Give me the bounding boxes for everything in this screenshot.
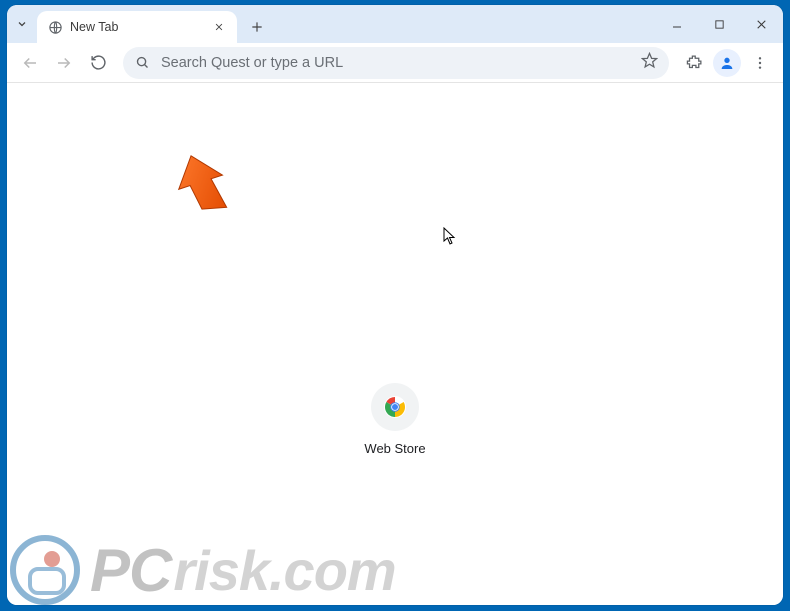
forward-button[interactable] [49, 48, 79, 78]
cursor-icon [443, 227, 457, 245]
annotation-arrow [175, 151, 235, 226]
close-icon [755, 18, 768, 31]
shortcut-web-store[interactable]: Web Store [340, 383, 450, 456]
extensions-button[interactable] [679, 48, 709, 78]
minimize-button[interactable] [659, 9, 695, 39]
person-icon [719, 55, 735, 71]
shortcut-label: Web Store [364, 441, 425, 456]
globe-icon [47, 19, 63, 35]
profile-button[interactable] [713, 49, 741, 77]
arrow-right-icon [55, 54, 73, 72]
back-button[interactable] [15, 48, 45, 78]
star-icon [641, 52, 658, 69]
close-tab-button[interactable] [211, 19, 227, 35]
kebab-menu-icon [752, 55, 768, 71]
maximize-button[interactable] [701, 9, 737, 39]
toolbar-right [679, 48, 775, 78]
arrow-left-icon [21, 54, 39, 72]
tab-title: New Tab [70, 20, 204, 34]
arrow-up-icon [175, 151, 235, 221]
toolbar [7, 43, 783, 83]
window-controls [659, 5, 779, 43]
address-bar[interactable] [123, 47, 669, 79]
new-tab-button[interactable] [243, 13, 271, 41]
plus-icon [250, 20, 264, 34]
reload-button[interactable] [83, 48, 113, 78]
titlebar: New Tab [7, 5, 783, 43]
web-store-icon [383, 395, 407, 419]
browser-window: New Tab [7, 5, 783, 605]
extension-icon [686, 54, 703, 71]
new-tab-page: Web Store [7, 83, 783, 605]
reload-icon [90, 54, 107, 71]
search-icon [135, 55, 151, 70]
chevron-down-icon [16, 18, 28, 30]
address-input[interactable] [161, 55, 631, 71]
shortcut-icon-wrap [371, 383, 419, 431]
tab-search-dropdown[interactable] [7, 5, 37, 43]
close-icon [214, 22, 224, 32]
minimize-icon [671, 18, 683, 30]
maximize-icon [714, 19, 725, 30]
browser-tab[interactable]: New Tab [37, 11, 237, 43]
menu-button[interactable] [745, 48, 775, 78]
bookmark-button[interactable] [641, 52, 659, 74]
close-window-button[interactable] [743, 9, 779, 39]
mouse-cursor [443, 227, 457, 250]
